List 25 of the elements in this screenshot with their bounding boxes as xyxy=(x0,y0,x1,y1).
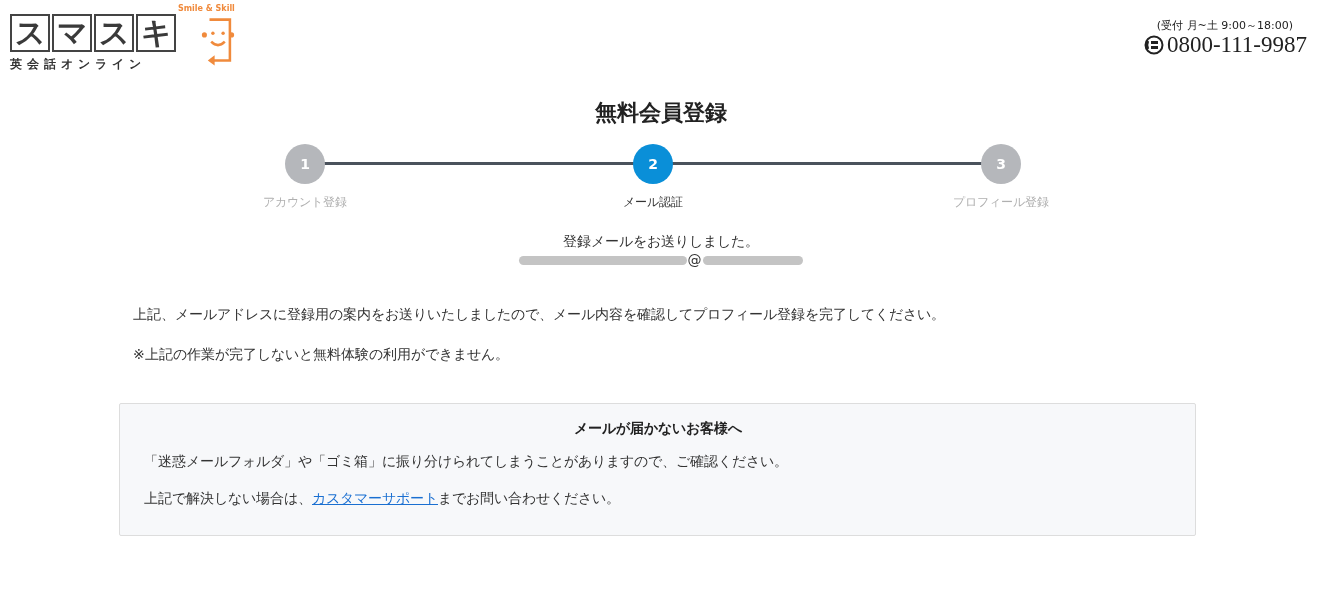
phone-number[interactable]: 0800-111-9987 xyxy=(1166,33,1307,56)
step-circle: 2 xyxy=(633,144,673,185)
step-label: メール認証 xyxy=(623,194,683,212)
step-label: アカウント登録 xyxy=(263,194,347,212)
notice-text: 「迷惑メールフォルダ」や「ゴミ箱」に振り分けられてしまうことがありますので、ご確認ください。 xyxy=(144,451,789,471)
logo-letter: ス xyxy=(94,14,134,52)
email-text: @ xyxy=(687,252,702,269)
logo-tagline: Smile & Skill xyxy=(178,4,235,13)
sent-message: 登録メールをお送りしました。 xyxy=(561,233,760,252)
notice-title: メールが届かないお客様へ xyxy=(572,419,743,438)
support-link[interactable]: カスタマーサポート xyxy=(312,490,438,507)
business-hours: (受付 月~土 9:00～18:00) xyxy=(1156,18,1293,33)
logo-subtitle: 英会話オンライン xyxy=(10,56,147,73)
step-label: プロフィール登録 xyxy=(953,194,1049,212)
step-circle: 3 xyxy=(981,144,1021,185)
notice-text: 上記で解決しない場合は、カスタマーサポート までお問い合わせください。 xyxy=(144,489,621,509)
step-circle: 1 xyxy=(285,144,325,185)
page-title: 無料会員登録 xyxy=(593,100,728,127)
phone-icon xyxy=(1143,34,1164,55)
logo-letter: マ xyxy=(52,14,92,52)
body-text: 上記、メールアドレスに登録用の案内をお送りいたしましたので、メール内容を確認してプロフィール登録を完了してください。 xyxy=(133,305,946,325)
logo[interactable]: ス マ ス キ 英会話オンライン Smile & Skill xyxy=(10,4,235,73)
logo-letter: ス xyxy=(10,14,50,52)
logo-letter: キ xyxy=(136,14,176,52)
body-text: ※上記の作業が完了しないと無料体験の利用ができません。 xyxy=(133,345,510,364)
